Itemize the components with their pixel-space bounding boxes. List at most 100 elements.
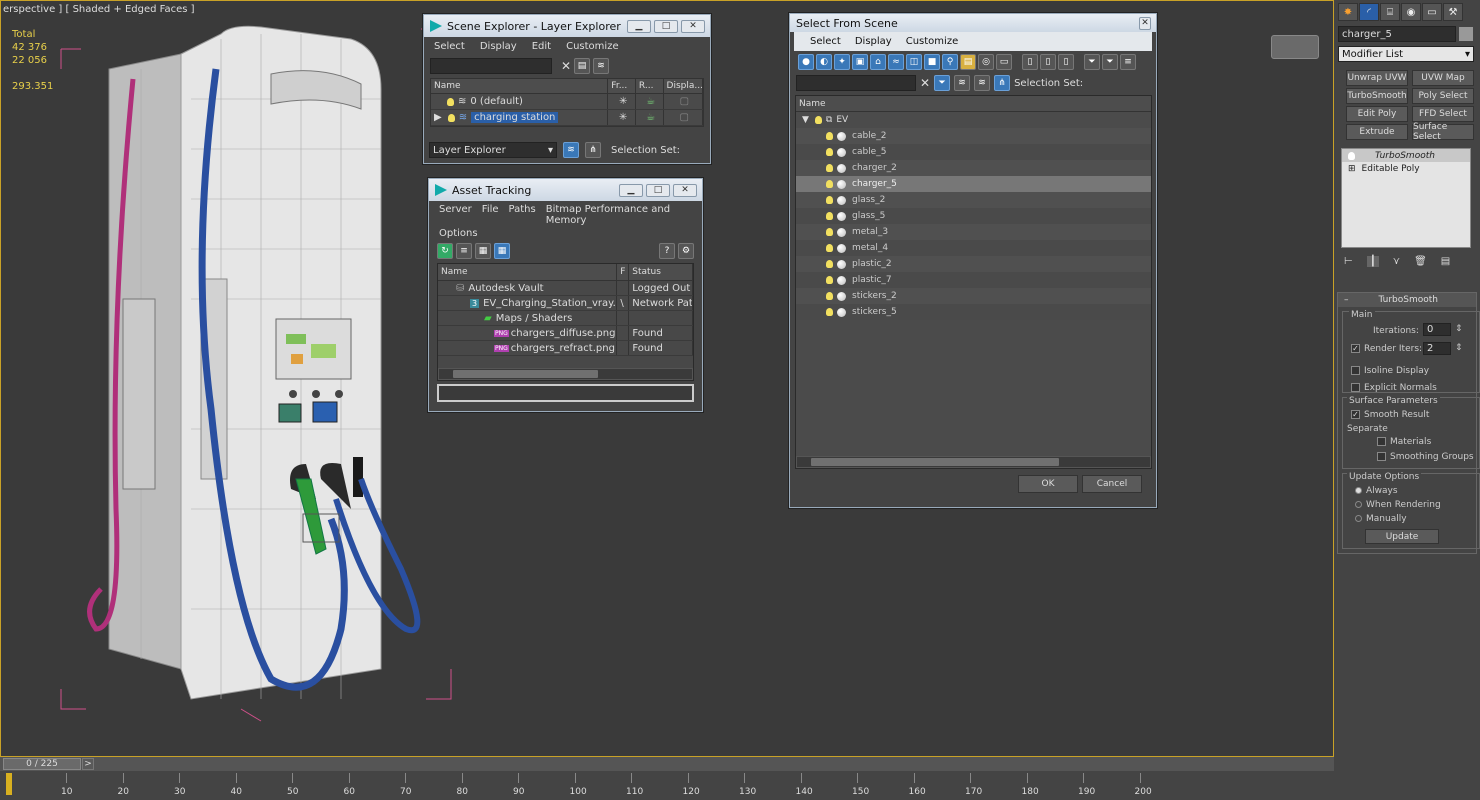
expand-plus-icon[interactable]: ⊞ (1348, 164, 1356, 174)
materials-checkbox[interactable] (1377, 437, 1386, 446)
expand-arrow-icon[interactable]: ▶ (434, 112, 442, 123)
motion-tab-icon[interactable]: ◉ (1401, 3, 1421, 21)
remove-modifier-icon[interactable]: 🗑 (1414, 256, 1427, 267)
next-frame-button[interactable]: > (82, 758, 94, 770)
spinner-arrows-icon[interactable]: ⇕ (1455, 324, 1463, 334)
bulb-icon[interactable] (814, 116, 822, 124)
refresh-icon[interactable]: ↻ (437, 243, 453, 259)
table-view-icon[interactable]: ▦ (494, 243, 510, 259)
select-from-scene-titlebar[interactable]: Select From Scene ✕ (790, 14, 1156, 32)
helpers-filter-icon[interactable]: ⌂ (870, 54, 886, 70)
stack-item-editable-poly[interactable]: ⊞ Editable Poly (1342, 162, 1470, 175)
collapse-arrow-icon[interactable]: ▼ (802, 115, 809, 125)
hidden-filter-icon[interactable]: ▭ (996, 54, 1012, 70)
toolbar-menu-icon[interactable]: ≡ (1120, 54, 1136, 70)
hierarchy-icon[interactable]: ⋔ (585, 142, 601, 158)
scene-object-row[interactable]: metal_3 (796, 224, 1151, 240)
bulb-icon[interactable] (826, 276, 833, 284)
scene-object-row[interactable]: cable_5 (796, 144, 1151, 160)
menu-edit[interactable]: Edit (532, 41, 551, 52)
display-tab-icon[interactable]: ▭ (1422, 3, 1442, 21)
bulb-icon[interactable] (826, 196, 833, 204)
object-name-input[interactable]: charger_5 (1338, 26, 1456, 42)
menu-display[interactable]: Display (480, 41, 517, 52)
hierarchy-icon[interactable]: ⋔ (994, 75, 1011, 91)
clear-search-icon[interactable]: ✕ (561, 59, 571, 73)
when-rendering-radio[interactable] (1355, 501, 1362, 508)
update-button[interactable]: Update (1365, 529, 1439, 544)
scene-object-row[interactable]: glass_5 (796, 208, 1151, 224)
display-all-icon[interactable]: ▯ (1022, 54, 1038, 70)
extrude-button[interactable]: Extrude (1346, 124, 1408, 140)
col-name[interactable]: Name (431, 79, 609, 93)
filter-settings-icon[interactable]: ⏷ (1102, 54, 1118, 70)
configure-sets-icon[interactable]: ▤ (1441, 256, 1450, 267)
turbosmooth-button[interactable]: TurboSmooth (1346, 88, 1408, 104)
scene-object-row[interactable]: metal_4 (796, 240, 1151, 256)
minimize-button[interactable]: ▁ (627, 19, 651, 33)
make-unique-icon[interactable]: ⋎ (1393, 256, 1400, 267)
show-end-result-icon[interactable]: ┃ (1366, 256, 1379, 267)
isoline-checkbox[interactable] (1351, 366, 1360, 375)
create-tab-icon[interactable]: ✸ (1338, 3, 1358, 21)
render-iters-checkbox[interactable]: ✓ (1351, 344, 1360, 353)
smooth-result-checkbox[interactable]: ✓ (1351, 410, 1360, 419)
modifier-stack[interactable]: TurboSmooth ⊞ Editable Poly (1341, 148, 1471, 248)
asset-tracking-window[interactable]: Asset Tracking ▁ □ ✕ Server File Paths B… (428, 178, 703, 412)
bones-filter-icon[interactable]: ⚲ (942, 54, 958, 70)
ok-button[interactable]: OK (1018, 475, 1078, 493)
layer-explorer-icon[interactable]: ≋ (563, 142, 579, 158)
time-slider-thumb[interactable]: 0 / 225 (3, 758, 81, 770)
iterations-spinner[interactable]: 0 (1423, 323, 1451, 336)
poly-select-button[interactable]: Poly Select (1412, 88, 1474, 104)
help-icon[interactable]: ? (659, 243, 675, 259)
display-none-icon[interactable]: ▯ (1040, 54, 1056, 70)
uvw-map-button[interactable]: UVW Map (1412, 70, 1474, 86)
select-dependents-icon[interactable]: ≋ (954, 75, 971, 91)
close-button[interactable]: ✕ (681, 19, 705, 33)
teapot-icon[interactable]: ☕ (636, 110, 664, 125)
asset-tracking-titlebar[interactable]: Asset Tracking ▁ □ ✕ (429, 179, 702, 201)
cancel-button[interactable]: Cancel (1082, 475, 1142, 493)
layers-icon[interactable]: ≋ (974, 75, 991, 91)
freeze-icon[interactable]: ✳ (608, 94, 636, 109)
containers-filter-icon[interactable]: ▤ (960, 54, 976, 70)
col-display[interactable]: Displa... (664, 79, 703, 93)
always-radio[interactable] (1355, 487, 1362, 494)
menu-server[interactable]: Server (439, 204, 472, 226)
bulb-icon[interactable] (826, 180, 833, 188)
minimize-button[interactable]: ▁ (619, 183, 643, 197)
maximize-button[interactable]: □ (654, 19, 678, 33)
modifier-list-dropdown[interactable]: Modifier List ▾ (1338, 46, 1474, 62)
col-render[interactable]: R... (636, 79, 664, 93)
surface-select-button[interactable]: Surface Select (1412, 122, 1474, 142)
filter-icon[interactable]: ⏷ (1084, 54, 1100, 70)
xrefs-filter-icon[interactable]: ■ (924, 54, 940, 70)
scene-object-row[interactable]: charger_5 (796, 176, 1151, 192)
menu-options[interactable]: Options (439, 228, 478, 239)
scene-object-list[interactable]: Name ▼ ⧉ EV cable_2 cable_5 charger_2 charg… (795, 95, 1152, 469)
bulb-icon[interactable] (826, 132, 833, 140)
scene-object-row[interactable]: stickers_5 (796, 304, 1151, 320)
col-freeze[interactable]: Fr... (608, 79, 636, 93)
utilities-tab-icon[interactable]: ⚒ (1443, 3, 1463, 21)
frozen-filter-icon[interactable]: ◎ (978, 54, 994, 70)
viewcube-icon[interactable] (1271, 35, 1319, 59)
asset-row[interactable]: PNG chargers_diffuse.png Found (438, 326, 693, 341)
menu-select[interactable]: Select (434, 41, 465, 52)
find-case-icon[interactable]: ⏷ (934, 75, 951, 91)
display-box-icon[interactable]: ▢ (664, 110, 703, 125)
bulb-icon[interactable] (826, 308, 833, 316)
scene-object-row[interactable]: plastic_7 (796, 272, 1151, 288)
scene-explorer-titlebar[interactable]: Scene Explorer - Layer Explorer ▁ □ ✕ (424, 15, 710, 37)
select-horizontal-scrollbar[interactable] (796, 456, 1151, 468)
bulb-icon[interactable] (826, 148, 833, 156)
col-name[interactable]: Name (796, 96, 1151, 111)
shapes-filter-icon[interactable]: ◐ (816, 54, 832, 70)
maximize-button[interactable]: □ (646, 183, 670, 197)
scene-object-row[interactable]: glass_2 (796, 192, 1151, 208)
select-search-input[interactable] (796, 75, 916, 91)
bulb-icon[interactable] (1348, 151, 1355, 160)
manually-radio[interactable] (1355, 515, 1362, 522)
hierarchy-tab-icon[interactable]: ⌸ (1380, 3, 1400, 21)
